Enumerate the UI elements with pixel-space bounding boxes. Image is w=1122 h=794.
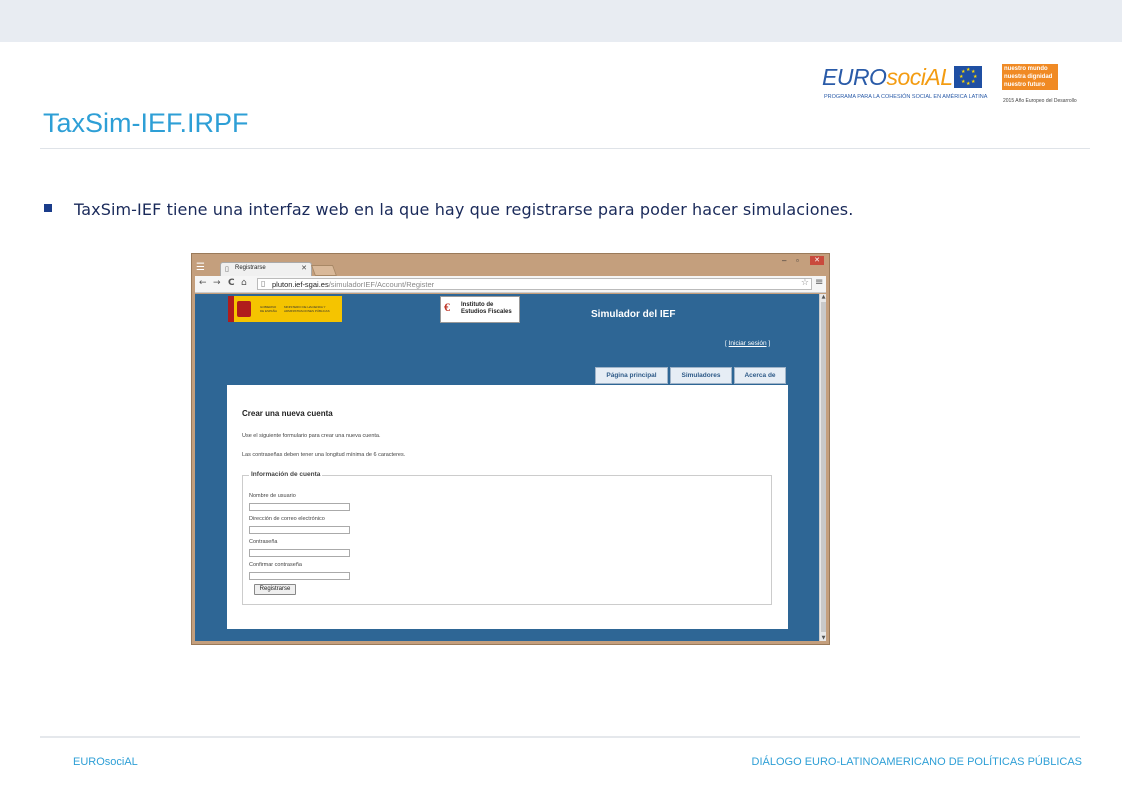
maximize-icon[interactable]: ▫ xyxy=(796,256,799,265)
address-text: pluton.ief-sgai.es/simuladorIEF/Account/… xyxy=(272,280,434,289)
ief-mark-icon: € xyxy=(444,300,450,314)
back-icon[interactable]: ← xyxy=(199,278,207,288)
minimize-icon[interactable]: – xyxy=(782,256,786,265)
eurosocial-logo-text: EUROsociAL xyxy=(822,64,953,91)
browser-toolbar: ← → C ⌂ ▯ pluton.ief-sgai.es/simuladorIE… xyxy=(195,276,826,293)
address-bar[interactable]: ▯ pluton.ief-sgai.es/simuladorIEF/Accoun… xyxy=(257,278,812,290)
register-button[interactable]: Registrarse xyxy=(254,584,296,595)
footer-brand: EUROsociAL xyxy=(73,756,138,768)
bullet-text: TaxSim-IEF tiene una interfaz web en la … xyxy=(74,200,854,219)
login-link[interactable]: [ Iniciar sesión ] xyxy=(725,340,770,347)
scroll-down-icon[interactable]: ▼ xyxy=(820,635,827,641)
login-link-text[interactable]: Iniciar sesión xyxy=(729,340,767,347)
eu-flag-icon: ★ ★ ★ ★ ★ ★ ★ ★ xyxy=(954,66,982,88)
browser-tab[interactable]: ▯ Registrarse ✕ xyxy=(220,262,312,276)
bullet-item: TaxSim-IEF tiene una interfaz web en la … xyxy=(44,200,853,219)
ief-line: Estudios Fiscales xyxy=(461,309,512,315)
home-icon[interactable]: ⌂ xyxy=(241,278,247,288)
nav-tab-home[interactable]: Página principal xyxy=(595,367,668,384)
banner-line: nuestra dignidad xyxy=(1004,74,1053,80)
footer-tagline: DIÁLOGO EURO-LATINOAMERICANO DE POLÍTICA… xyxy=(751,756,1082,768)
page-scrollbar[interactable]: ▲ ▼ xyxy=(819,294,826,641)
site-nav: Página principal Simuladores Acerca de xyxy=(595,367,786,384)
european-year-banner: nuestro mundo nuestra dignidad nuestro f… xyxy=(1002,64,1058,90)
footer-divider xyxy=(40,736,1080,738)
gov-stripe xyxy=(228,296,234,322)
nav-tab-simulators[interactable]: Simuladores xyxy=(670,367,732,384)
title-divider xyxy=(40,148,1090,149)
url-path: /simuladorIEF/Account/Register xyxy=(328,280,435,289)
ief-line: Instituto de xyxy=(461,302,494,308)
ief-logo: € Instituto de Estudios Fiscales xyxy=(440,296,520,323)
banner-line: nuestro futuro xyxy=(1004,82,1045,88)
password-note: Las contraseñas deben tener una longitud… xyxy=(242,452,406,458)
form-intro: Use el siguiente formulario para crear u… xyxy=(242,433,381,439)
browser-menu-icon[interactable]: ☰ xyxy=(196,262,205,273)
confirm-password-input[interactable] xyxy=(249,572,350,580)
slide-title: TaxSim-IEF.IRPF xyxy=(43,108,249,138)
fieldset-legend: Información de cuenta xyxy=(249,471,323,478)
account-fieldset: Información de cuenta Nombre de usuario … xyxy=(242,471,772,605)
ief-text: Instituto de Estudios Fiscales xyxy=(461,302,512,316)
nav-tab-about[interactable]: Acerca de xyxy=(734,367,786,384)
gobierno-logo: GOBIERNO DE ESPAÑA MINISTERIO DE HACIEND… xyxy=(228,296,342,322)
confirm-password-label: Confirmar contraseña xyxy=(249,562,302,568)
page-icon: ▯ xyxy=(261,279,266,288)
scroll-up-icon[interactable]: ▲ xyxy=(820,294,827,300)
username-label: Nombre de usuario xyxy=(249,493,296,499)
password-label: Contraseña xyxy=(249,539,278,545)
browser-screenshot: ☰ ▯ Registrarse ✕ – ▫ ✕ ← → C ⌂ ▯ pluton… xyxy=(191,253,830,645)
window-close-icon[interactable]: ✕ xyxy=(810,256,824,265)
new-tab-button[interactable] xyxy=(310,265,338,276)
password-input[interactable] xyxy=(249,549,350,557)
tab-label: Registrarse xyxy=(235,265,266,271)
page-icon: ▯ xyxy=(225,265,229,273)
top-band xyxy=(0,0,1122,42)
logo-text-part1: EURO xyxy=(822,64,887,90)
eurosocial-logo-subtitle: PROGRAMA PARA LA COHESIÓN SOCIAL EN AMÉR… xyxy=(824,94,988,100)
gov-text: GOBIERNO DE ESPAÑA xyxy=(260,305,277,313)
register-panel: Crear una nueva cuenta Use el siguiente … xyxy=(227,385,788,629)
chrome-menu-icon[interactable]: ≡ xyxy=(815,277,823,288)
coat-of-arms-icon xyxy=(237,301,251,317)
email-input[interactable] xyxy=(249,526,350,534)
ministry-text: MINISTERIO DE HACIENDA Y ADMINISTRACIONE… xyxy=(284,305,330,313)
tab-close-icon[interactable]: ✕ xyxy=(301,264,307,272)
form-heading: Crear una nueva cuenta xyxy=(242,409,333,418)
scrollbar-thumb[interactable] xyxy=(821,302,826,632)
site-title: Simulador del IEF xyxy=(591,309,676,320)
url-host: pluton.ief-sgai.es xyxy=(272,280,329,289)
reload-icon[interactable]: C xyxy=(228,278,235,288)
logo-text-part2: sociAL xyxy=(886,64,953,90)
bookmark-star-icon[interactable]: ☆ xyxy=(801,278,809,288)
forward-icon[interactable]: → xyxy=(213,278,221,288)
european-year-caption: 2015 Año Europeo del Desarrollo xyxy=(1003,98,1077,104)
european-year-logo: nuestro mundo nuestra dignidad nuestro f… xyxy=(1002,64,1082,106)
eurosocial-logo: EUROsociAL PROGRAMA PARA LA COHESIÓN SOC… xyxy=(822,58,987,104)
bullet-square-icon xyxy=(44,203,52,212)
email-label: Dirección de correo electrónico xyxy=(249,516,325,522)
banner-line: nuestro mundo xyxy=(1004,66,1048,72)
username-input[interactable] xyxy=(249,503,350,511)
web-page: GOBIERNO DE ESPAÑA MINISTERIO DE HACIEND… xyxy=(195,294,819,641)
